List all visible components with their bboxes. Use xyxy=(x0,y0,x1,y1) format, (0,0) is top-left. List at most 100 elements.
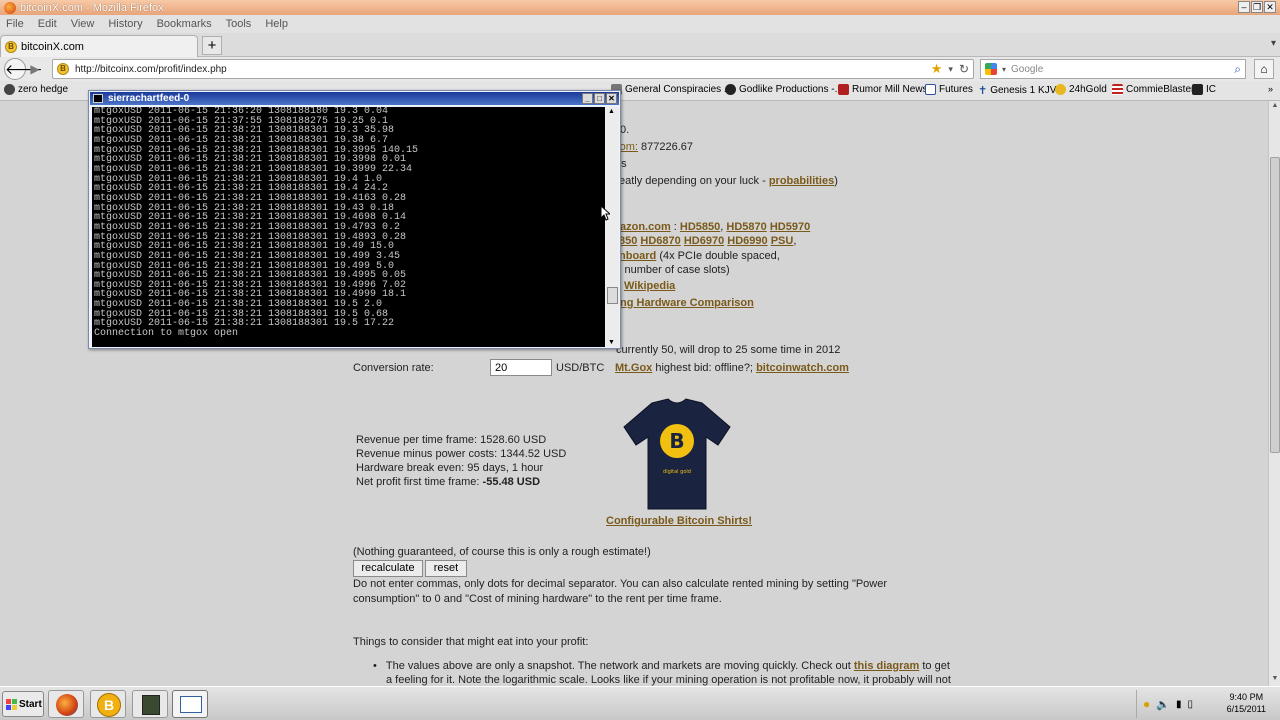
google-engine-icon[interactable] xyxy=(985,63,997,75)
console-titlebar[interactable]: sierrachartfeed-0 _ □ ✕ xyxy=(90,92,619,105)
link-hardware-comparison[interactable]: ng Hardware Comparison xyxy=(620,297,754,309)
power-icon[interactable]: ▯ xyxy=(1187,699,1193,710)
link-hd5850[interactable]: HD5850 xyxy=(680,221,720,233)
link-hd6990[interactable]: HD6990 xyxy=(727,235,767,247)
menu-history[interactable]: History xyxy=(108,18,142,30)
search-bar[interactable]: ▾ Google ⌕ xyxy=(980,59,1246,79)
recalculate-button[interactable]: recalculate xyxy=(353,560,423,577)
console-scroll-down-icon[interactable]: ▼ xyxy=(608,339,615,346)
comma: , xyxy=(793,235,797,247)
link-hd6850[interactable]: 850 xyxy=(619,235,637,247)
new-tab-button[interactable]: + xyxy=(202,36,222,55)
taskbar: Start B ● 🔈 ▮ ▯ 9:40 PM 6/15/2011 xyxy=(0,686,1280,720)
menu-help[interactable]: Help xyxy=(265,18,288,30)
svg-text:B: B xyxy=(669,429,684,453)
colon: : xyxy=(673,221,677,233)
console-minimize-button[interactable]: _ xyxy=(582,93,593,104)
console-controls: _ □ ✕ xyxy=(582,93,617,104)
menu-file[interactable]: File xyxy=(6,18,24,30)
link-bitcoin-shirts[interactable]: Configurable Bitcoin Shirts! xyxy=(606,515,752,527)
search-icon[interactable]: ⌕ xyxy=(1234,62,1241,77)
network-icon[interactable]: ▮ xyxy=(1176,699,1182,710)
bookmark-godlike-productions[interactable]: Godlike Productions -... xyxy=(725,84,843,95)
instructions-line2: consumption" to 0 and "Cost of mining ha… xyxy=(353,593,722,605)
taskbar-app[interactable] xyxy=(132,690,168,718)
volume-icon[interactable]: 🔈 xyxy=(1156,698,1170,711)
wikipedia-row: Wikipedia xyxy=(624,280,675,292)
link-motherboard[interactable]: nboard xyxy=(619,250,656,262)
bookmarks-overflow-icon[interactable]: » xyxy=(1268,84,1273,94)
engine-dropdown-icon[interactable]: ▾ xyxy=(1002,65,1006,74)
link-this-diagram[interactable]: this diagram xyxy=(854,660,919,672)
home-button[interactable]: ⌂ xyxy=(1254,59,1274,79)
link-hd6870[interactable]: HD6870 xyxy=(640,235,680,247)
revenue-minus-power-text: Revenue minus power costs: 1344.52 USD xyxy=(356,448,567,460)
bookmark-genesis[interactable]: ✝ Genesis 1 KJV xyxy=(978,84,1056,97)
url-dropdown-icon[interactable]: ▾ xyxy=(948,64,953,75)
navigation-bar: 🡐 ▶ B http://bitcoinx.com/profit/index.p… xyxy=(0,57,1280,81)
link-amazon[interactable]: azon.com xyxy=(620,221,671,233)
forward-button[interactable]: ▶ xyxy=(27,61,43,77)
link-hd5970[interactable]: HD5970 xyxy=(770,221,810,233)
link-psu[interactable]: PSU xyxy=(771,235,794,247)
link-hd5870[interactable]: HD5870 xyxy=(726,221,766,233)
bitcoin-icon: B xyxy=(97,693,121,717)
link-hd6970[interactable]: HD6970 xyxy=(684,235,724,247)
conversion-rate-input[interactable] xyxy=(490,359,552,376)
bitcoin-shirt-image[interactable]: B digital gold xyxy=(622,397,732,511)
instructions-line1: Do not enter commas, only dots for decim… xyxy=(353,578,888,590)
menu-edit[interactable]: Edit xyxy=(38,18,57,30)
console-scroll-thumb[interactable] xyxy=(607,287,618,304)
menu-view[interactable]: View xyxy=(71,18,95,30)
start-button[interactable]: Start xyxy=(2,691,44,717)
reset-button[interactable]: reset xyxy=(425,560,467,577)
close-button[interactable]: ✕ xyxy=(1264,1,1276,13)
bookmark-label: CommieBlaster xyxy=(1126,84,1195,95)
back-button[interactable]: 🡐 xyxy=(4,58,43,80)
console-scroll-up-icon[interactable]: ▲ xyxy=(608,108,615,115)
menu-bookmarks[interactable]: Bookmarks xyxy=(157,18,212,30)
bookmark-futures[interactable]: Futures xyxy=(925,84,973,95)
bookmark-rumor-mill-news[interactable]: Rumor Mill News xyxy=(838,84,928,95)
scrollbar-thumb[interactable] xyxy=(1270,157,1280,453)
taskbar-bitcoin[interactable]: B xyxy=(90,690,126,718)
page-scrollbar[interactable]: ▲ ▼ xyxy=(1268,101,1280,686)
bullet-dot: • xyxy=(373,660,377,672)
block-reward-note: currently 50, will drop to 25 some time … xyxy=(616,344,841,356)
bookmark-label: IC xyxy=(1206,84,1216,95)
link-probabilities[interactable]: probabilities xyxy=(769,175,834,187)
mtgox-row: Mt.Gox highest bid: offline?; bitcoinwat… xyxy=(615,362,849,374)
taskbar-console[interactable] xyxy=(172,690,208,718)
bookmark-general-conspiracies[interactable]: General Conspiracies ... xyxy=(611,84,732,95)
tab-list-icon[interactable]: ▾ xyxy=(1271,38,1276,49)
scroll-up-icon[interactable]: ▲ xyxy=(1270,102,1280,112)
clock[interactable]: 9:40 PM 6/15/2011 xyxy=(1227,691,1266,715)
menu-tools[interactable]: Tools xyxy=(226,18,252,30)
bookmark-24hgold[interactable]: 24hGold xyxy=(1055,84,1107,95)
site-identity-icon[interactable]: B xyxy=(57,63,69,75)
console-close-button[interactable]: ✕ xyxy=(606,93,617,104)
url-bar[interactable]: B http://bitcoinx.com/profit/index.php ★… xyxy=(52,59,974,79)
minimize-button[interactable]: – xyxy=(1238,1,1250,13)
bookmark-zero-hedge[interactable]: zero hedge xyxy=(4,84,68,95)
link-mtgox[interactable]: Mt.Gox xyxy=(615,362,652,374)
text-fragment: 0. xyxy=(620,124,630,136)
link-wikipedia[interactable]: Wikipedia xyxy=(624,280,675,292)
bookmark-commieblaster[interactable]: CommieBlaster xyxy=(1112,84,1194,95)
scroll-down-icon[interactable]: ▼ xyxy=(1270,675,1280,685)
bullet-item: • The values above are only a snapshot. … xyxy=(373,660,950,672)
console-output[interactable]: mtgoxUSD 2011-06-15 21:36:20 1308188180 … xyxy=(92,107,605,347)
bookmark-star-icon[interactable]: ★ xyxy=(931,61,943,77)
tab-bitcoinx[interactable]: B bitcoinX.com xyxy=(0,35,198,57)
restore-button[interactable]: ❐ xyxy=(1251,1,1263,13)
link-bitcoinwatch[interactable]: bitcoinwatch.com xyxy=(756,362,849,374)
window-titlebar: bitcoinX.com - Mozilla Firefox – ❐ ✕ xyxy=(0,0,1280,15)
bookmark-ic[interactable]: IC xyxy=(1192,84,1216,95)
taskbar-firefox[interactable] xyxy=(48,690,84,718)
console-maximize-button[interactable]: □ xyxy=(594,93,605,104)
console-app-icon xyxy=(93,94,103,103)
console-scrollbar[interactable]: ▲ ▼ xyxy=(606,107,619,347)
bitcoin-tray-icon[interactable]: ● xyxy=(1143,697,1150,711)
console-window[interactable]: sierrachartfeed-0 _ □ ✕ mtgoxUSD 2011-06… xyxy=(88,90,621,349)
reload-icon[interactable]: ↻ xyxy=(959,62,969,76)
